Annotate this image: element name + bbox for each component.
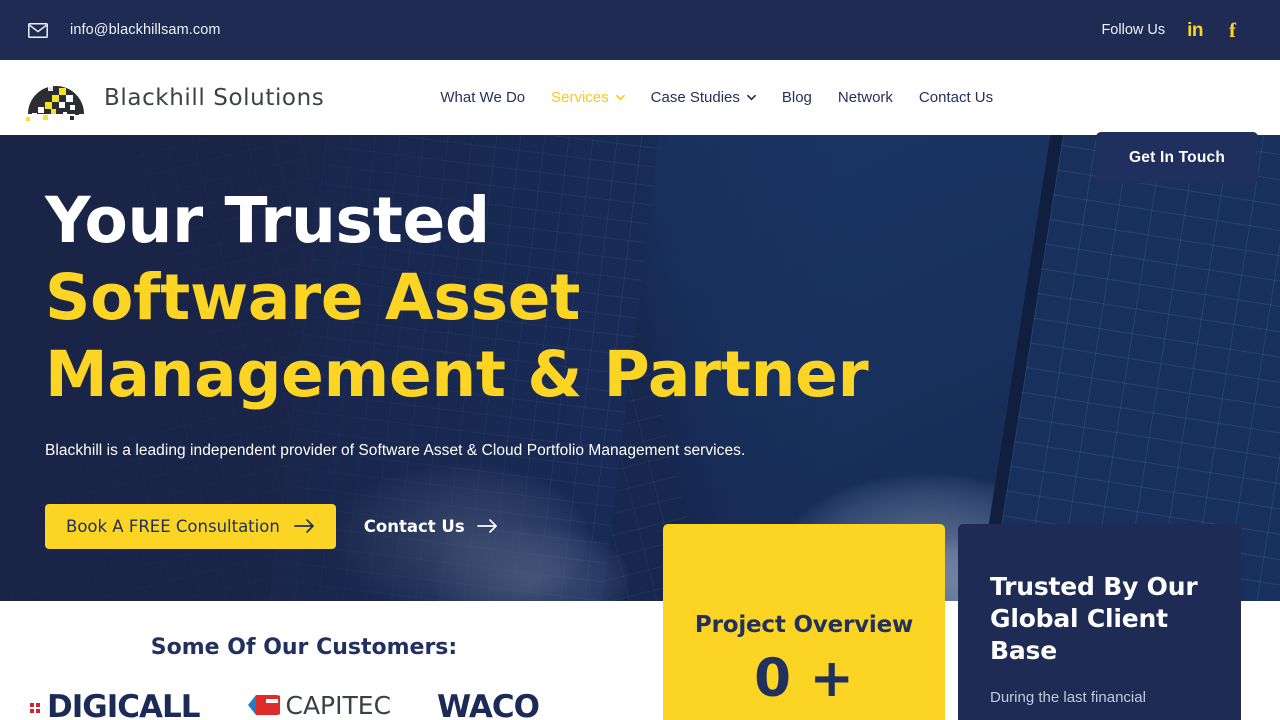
trusted-clients-body: During the last financial — [990, 689, 1146, 706]
nav-label: Case Studies — [650, 89, 740, 106]
nav-label: What We Do — [440, 89, 526, 106]
nav-item-services[interactable]: Services — [551, 89, 625, 106]
hero-content: Your Trusted Software Asset Management &… — [45, 183, 945, 549]
site-logo[interactable]: Blackhill Solutions — [18, 74, 324, 122]
project-overview-count: 0 + — [754, 648, 854, 709]
follow-us-label: Follow Us — [1101, 22, 1166, 38]
nav-item-blog[interactable]: Blog — [782, 89, 812, 106]
top-bar-left: info@blackhillsam.com — [28, 22, 221, 38]
trusted-clients-title: Trusted By Our Global Client Base — [990, 572, 1198, 665]
trusted-clients-card: Trusted By Our Global Client Base During… — [958, 524, 1241, 720]
hero-heading-line-2: Software Asset — [45, 260, 581, 334]
digicall-logo: DIGICALL — [30, 692, 200, 720]
linkedin-icon[interactable]: in — [1187, 21, 1203, 40]
chevron-down-icon — [746, 93, 756, 102]
top-bar-right: Follow Us in f — [1101, 19, 1240, 41]
nav-label: Contact Us — [918, 89, 994, 106]
facebook-icon[interactable]: f — [1225, 19, 1240, 41]
logo-text: Blackhill Solutions — [104, 84, 325, 111]
customer-logos: DIGICALL CAPITEC WACO — [0, 692, 640, 720]
blackhill-hill-icon — [18, 74, 94, 122]
nav-item-network[interactable]: Network — [838, 89, 893, 106]
email-link[interactable]: info@blackhillsam.com — [70, 22, 221, 38]
nav-item-case-studies[interactable]: Case Studies — [651, 89, 756, 106]
digicall-dots-icon — [30, 702, 40, 713]
customers-title: Some Of Our Customers: — [150, 635, 458, 660]
arrow-right-icon — [476, 518, 498, 534]
contact-us-label: Contact Us — [363, 516, 465, 536]
hero-heading-line-1: Your Trusted — [45, 184, 490, 257]
nav-label: Network — [837, 89, 893, 106]
nav-label: Services — [551, 89, 609, 106]
main-nav: What We Do Services Case Studies Blog Ne… — [440, 89, 993, 106]
page-root: info@blackhillsam.com Follow Us in f Bla… — [0, 0, 1280, 720]
hero-heading-line-3: Management & Partner — [45, 337, 869, 411]
book-consultation-label: Book A FREE Consultation — [66, 516, 280, 536]
top-bar: info@blackhillsam.com Follow Us in f — [0, 0, 1280, 60]
nav-label: Blog — [781, 89, 812, 106]
chevron-down-icon — [615, 93, 625, 102]
digicall-logo-text: DIGICALL — [47, 692, 200, 720]
hero-subtitle: Blackhill is a leading independent provi… — [45, 441, 746, 459]
capitec-logo: CAPITEC — [246, 692, 392, 720]
arrow-right-icon — [293, 518, 315, 534]
project-overview-card: Project Overview 0 + — [663, 524, 945, 720]
book-consultation-button[interactable]: Book A FREE Consultation — [45, 503, 336, 549]
waco-logo-text: WACO — [437, 692, 540, 720]
contact-us-button[interactable]: Contact Us — [364, 517, 498, 536]
site-header: Blackhill Solutions What We Do Services … — [0, 60, 1280, 183]
project-overview-title: Project Overview — [694, 612, 914, 638]
nav-item-contact-us[interactable]: Contact Us — [919, 89, 993, 106]
waco-logo: WACO — [437, 692, 540, 720]
capitec-mark-icon — [246, 692, 286, 718]
capitec-logo-text: CAPITEC — [285, 692, 392, 720]
envelope-icon — [28, 22, 48, 38]
get-in-touch-button[interactable]: Get In Touch — [1096, 132, 1258, 183]
nav-item-what-we-do[interactable]: What We Do — [440, 89, 525, 106]
